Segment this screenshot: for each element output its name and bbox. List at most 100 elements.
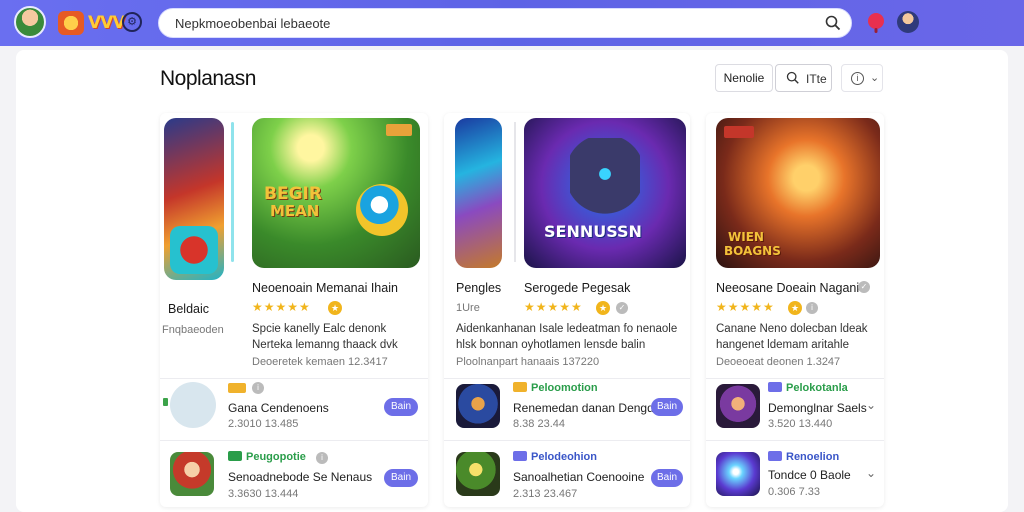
side-game-subtitle: 1Ure: [456, 302, 480, 314]
list-item-thumbnail: [170, 452, 214, 496]
get-button[interactable]: Bain: [651, 398, 683, 416]
list-item-name: Renemedan danan Dengdan: [513, 401, 668, 415]
art-caption: SENNUSSN: [544, 222, 642, 241]
art-caption-top: WIEN: [728, 230, 764, 244]
featured-description-line-2: hlsk bonnan oyhotlamen lensde balin: [456, 339, 646, 351]
divider: [160, 378, 428, 379]
tag-chip: [513, 382, 527, 392]
list-item-pin-icon: [163, 398, 168, 406]
featured-game-art[interactable]: BEGIR MEAN: [252, 118, 420, 268]
get-button[interactable]: Bain: [651, 469, 683, 487]
user-menu-avatar[interactable]: [897, 11, 919, 33]
divider: [444, 378, 690, 379]
settings-gear-icon[interactable]: ⚙: [122, 12, 142, 32]
list-item-meta: 2.3010 13.485: [228, 418, 299, 430]
list-item-tag-label: Peugopotie: [246, 451, 306, 463]
chevron-down-icon: ⌄: [870, 72, 880, 84]
featured-game-art[interactable]: SENNUSSN: [524, 118, 686, 268]
side-game-title: Pengles: [456, 281, 502, 295]
verified-icon: ✓: [858, 281, 870, 293]
featured-description-line-2: Nerteka lemanng thaack dvk: [252, 339, 398, 351]
list-item-thumbnail: [456, 384, 500, 428]
rating-badge-icon: ★: [788, 301, 802, 315]
list-item-meta: 3.520 13.440: [768, 418, 833, 430]
list-item-thumbnail: [716, 384, 760, 428]
search-icon[interactable]: [825, 15, 841, 31]
featured-meta: Deoeoeat deonen 1.3247: [716, 356, 841, 368]
list-item-thumbnail: [456, 452, 500, 496]
list-item-tag: Renoelion: [768, 451, 839, 463]
side-game-art[interactable]: [455, 118, 502, 268]
page-title: Noplanasn: [160, 67, 256, 90]
featured-game-title[interactable]: Neeosane Doeain Nagani: [716, 281, 859, 295]
list-item-tag-label: Peloomotion: [531, 382, 598, 394]
art-caption-bottom: MEAN: [270, 202, 320, 220]
side-game-title: Beldaic: [168, 302, 209, 316]
list-item-name: Senoadnebode Se Nenaus: [228, 470, 373, 484]
top-bar: VVV ⚙ Nepkmoeobenbai lebaeote: [0, 0, 1024, 46]
tag-chip: [228, 451, 242, 461]
sort-label: ITte: [806, 72, 827, 86]
chevron-down-icon[interactable]: ⌄: [866, 398, 876, 412]
featured-meta: Ploolnanpart hanaais 137220: [456, 356, 600, 368]
chevron-down-icon[interactable]: ⌄: [866, 466, 876, 480]
featured-game-title[interactable]: Neoenoain Memanai Ihain: [252, 281, 398, 295]
featured-game-title[interactable]: Serogede Pegesak: [524, 281, 630, 295]
list-item-tag-label: Pelokotanla: [786, 382, 848, 394]
list-item-tag: Peugopotie: [228, 451, 306, 463]
rating-badge-icon: ★: [328, 301, 342, 315]
art-caption-bottom: BOAGNS: [724, 244, 781, 258]
info-small-icon: i: [316, 452, 328, 464]
list-item-meta: 2.313 23.467: [513, 488, 578, 500]
side-game-subtitle: Fnqbaeoden: [162, 324, 224, 336]
featured-description-line-1: Canane Neno dolecban ldeak: [716, 323, 868, 335]
list-item-meta: 0.306 7.33: [768, 486, 820, 498]
vip-tag: [228, 383, 246, 393]
list-item-tag-label: Pelodeohion: [531, 451, 597, 463]
list-item-meta: 3.3630 13.444: [228, 488, 299, 500]
featured-description-line-2: hangenet ldemam aritahle: [716, 339, 849, 351]
info-dropdown[interactable]: i ⌄: [841, 64, 883, 92]
app-logo-text: VVV: [88, 13, 125, 33]
app-logo-icon[interactable]: [58, 11, 84, 35]
tag-chip: [513, 451, 527, 461]
verified-icon: ✓: [616, 302, 628, 314]
search-bar[interactable]: Nepkmoeobenbai lebaeote: [158, 8, 852, 38]
filter-button[interactable]: Nenolie: [715, 64, 773, 92]
notification-bell-icon[interactable]: [866, 11, 886, 35]
art-badge: [724, 126, 754, 138]
side-game-icon: [170, 226, 218, 274]
list-item-meta: 8.38 23.44: [513, 418, 565, 430]
info-small-icon: i: [806, 302, 818, 314]
divider: [444, 440, 690, 441]
scroll-indicator: [231, 122, 234, 262]
search-icon: [786, 71, 799, 84]
robot-figure: [570, 138, 640, 218]
featured-meta: Deoeretek kemaen 12.3417: [252, 356, 388, 368]
tag-chip: [768, 451, 782, 461]
list-item-tag-label: Renoelion: [786, 451, 840, 463]
search-input[interactable]: Nepkmoeobenbai lebaeote: [175, 16, 330, 31]
list-item-tag: Peloomotion: [513, 382, 598, 394]
divider: [706, 378, 884, 379]
divider: [706, 440, 884, 441]
side-game-art[interactable]: [164, 118, 224, 280]
list-item-tag: Pelokotanla: [768, 382, 848, 394]
sort-button[interactable]: ITte: [775, 64, 832, 92]
list-item-name: Tondce 0 Baole: [768, 468, 851, 482]
get-button[interactable]: Bain: [384, 469, 418, 487]
rating-stars: ★★★★★: [252, 300, 311, 314]
divider: [160, 440, 428, 441]
list-item-tag: Pelodeohion: [513, 451, 597, 463]
art-badge: [386, 124, 412, 136]
info-icon: i: [851, 72, 864, 85]
rating-badge-icon: ★: [596, 301, 610, 315]
scroll-indicator: [514, 122, 516, 262]
get-button[interactable]: Bain: [384, 398, 418, 416]
featured-game-art[interactable]: WIEN BOAGNS: [716, 118, 880, 268]
art-caption-top: BEGIR: [264, 184, 322, 204]
list-item-name: Demonglnar Saels: [768, 401, 867, 415]
rating-stars: ★★★★★: [524, 300, 583, 314]
info-small-icon: i: [252, 382, 264, 394]
profile-avatar[interactable]: [14, 6, 46, 38]
